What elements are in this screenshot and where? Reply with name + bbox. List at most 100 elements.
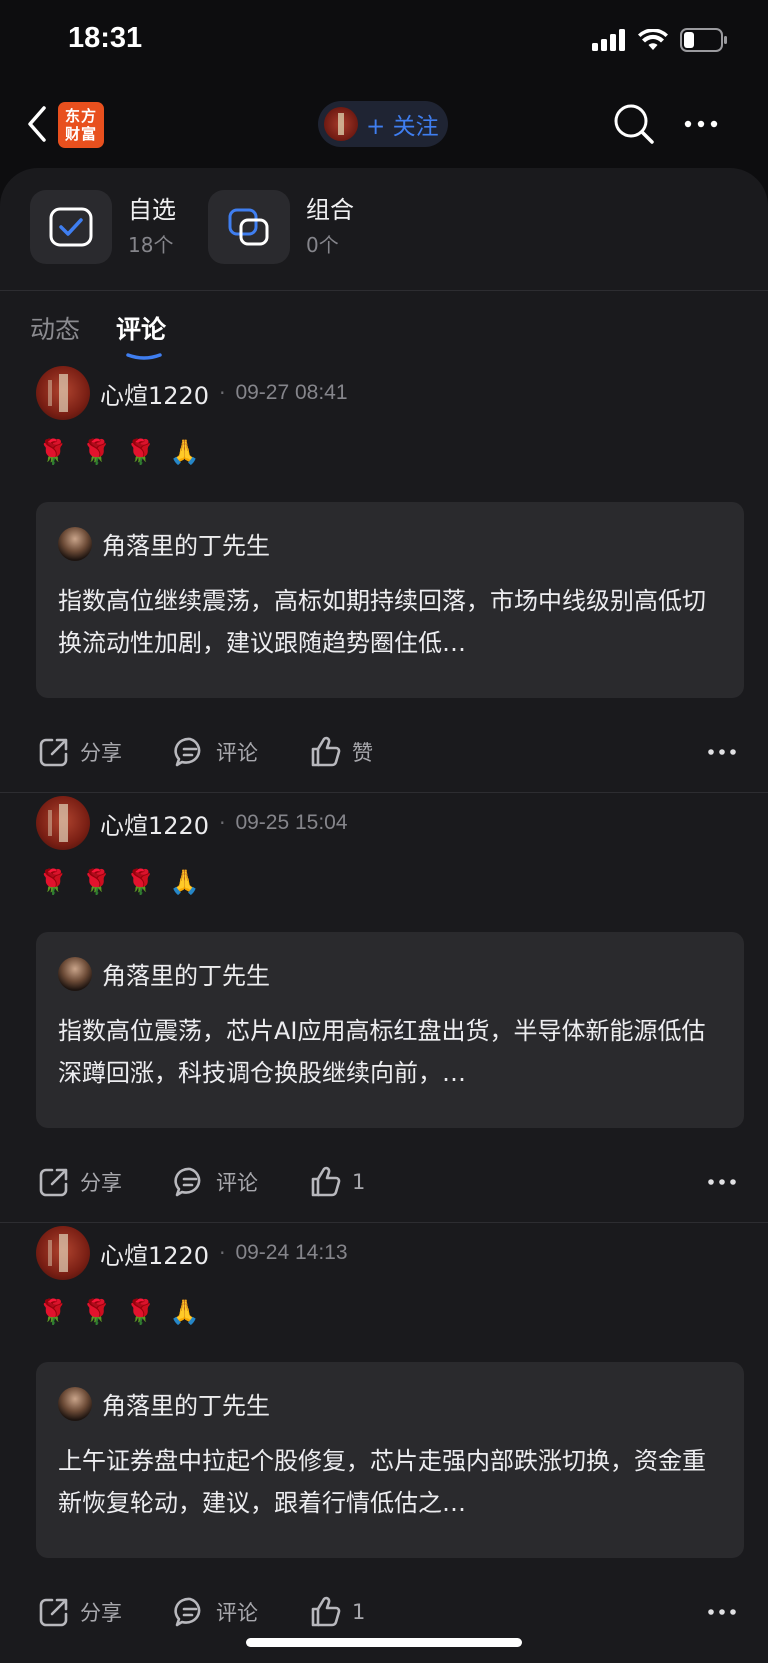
status-time: 18:31: [68, 22, 143, 54]
more-options-icon[interactable]: [680, 112, 724, 136]
quoted-post[interactable]: 角落里的丁先生 指数高位震荡，芯片AI应用高标红盘出货，半导体新能源低估深蹲回涨…: [36, 932, 744, 1128]
rose-emoji: 🌹: [81, 868, 112, 896]
quote-text: 指数高位震荡，芯片AI应用高标红盘出货，半导体新能源低估深蹲回涨，科技调仓换股继…: [58, 1017, 706, 1087]
portfolio-tile[interactable]: 组合 0个: [208, 190, 354, 264]
separator-dot: ·: [219, 811, 226, 835]
comment-icon: [174, 1167, 201, 1197]
tab-comments[interactable]: 评论: [116, 310, 167, 360]
quote-avatar: [58, 1386, 92, 1421]
avatar[interactable]: [36, 1226, 90, 1280]
rose-emoji: 🌹: [38, 868, 68, 896]
like-button[interactable]: 1: [310, 1596, 365, 1628]
share-label: 分享: [80, 741, 122, 765]
portfolio-count: 0个: [306, 233, 339, 257]
battery-icon: [680, 28, 727, 52]
back-arrow-icon[interactable]: [22, 102, 52, 146]
separator-dot: ·: [219, 381, 226, 405]
post-actions: 分享 评论 1: [38, 1164, 738, 1200]
rose-emoji: 🌹: [38, 1298, 68, 1326]
watchlist-count: 18个: [128, 233, 174, 257]
watchlist-title: 自选: [128, 196, 176, 224]
share-button[interactable]: 分享: [38, 736, 122, 768]
more-options-icon[interactable]: [706, 1600, 738, 1624]
post-divider: [0, 1222, 768, 1223]
active-tab-indicator: [126, 353, 162, 360]
more-options-icon[interactable]: [706, 1170, 738, 1194]
share-label: 分享: [80, 1601, 122, 1625]
avatar[interactable]: [36, 796, 90, 850]
share-icon: [39, 738, 68, 767]
pray-emoji: 🙏: [169, 868, 200, 896]
post-header: 心煊1220 · 09-25 15:04: [36, 796, 348, 850]
tab-comments-label: 评论: [116, 315, 167, 344]
comment-button[interactable]: 评论: [174, 736, 258, 768]
quoted-post[interactable]: 角落里的丁先生 指数高位继续震荡，高标如期持续回落，市场中线级别高低切换流动性加…: [36, 502, 744, 698]
like-button[interactable]: 赞: [310, 736, 373, 768]
pray-emoji: 🙏: [169, 438, 200, 466]
portfolio-icon-box: [208, 190, 290, 264]
share-icon: [39, 1168, 68, 1197]
comment-label: 评论: [216, 1171, 258, 1195]
status-icons: [592, 28, 728, 52]
rose-emoji: 🌹: [125, 1298, 156, 1326]
post-time: 09-25 15:04: [235, 811, 348, 834]
like-button[interactable]: 1: [310, 1166, 365, 1198]
quote-text: 指数高位继续震荡，高标如期持续回落，市场中线级别高低切换流动性加剧，建议跟随趋势…: [58, 587, 706, 657]
quote-avatar: [58, 956, 92, 991]
username[interactable]: 心煊1220: [100, 376, 209, 411]
follow-button[interactable]: + 关注: [318, 101, 448, 147]
rose-emoji: 🌹: [38, 438, 68, 466]
post-time: 09-27 08:41: [235, 381, 348, 404]
top-nav-bar: 东方 财富 + 关注: [0, 84, 768, 166]
checkbox-icon: [49, 207, 93, 247]
section-divider: [0, 290, 768, 291]
more-options-icon[interactable]: [706, 740, 738, 764]
comment-icon: [174, 737, 201, 767]
quoted-post[interactable]: 角落里的丁先生 上午证券盘中拉起个股修复，芯片走强内部跌涨切换，资金重新恢复轮动…: [36, 1362, 744, 1558]
tab-activity[interactable]: 动态: [30, 310, 80, 346]
share-button[interactable]: 分享: [38, 1596, 122, 1628]
comment-button[interactable]: 评论: [174, 1166, 258, 1198]
thumbs-up-icon: [311, 1166, 341, 1197]
pray-emoji: 🙏: [169, 1298, 200, 1326]
rose-emoji: 🌹: [125, 868, 156, 896]
quote-author: 角落里的丁先生: [102, 962, 270, 990]
username[interactable]: 心煊1220: [100, 1236, 209, 1271]
rose-emoji: 🌹: [81, 438, 112, 466]
quote-text: 上午证券盘中拉起个股修复，芯片走强内部跌涨切换，资金重新恢复轮动，建议，跟着行情…: [58, 1447, 706, 1517]
share-icon: [39, 1598, 68, 1627]
quote-author: 角落里的丁先生: [102, 1392, 270, 1420]
post-actions: 分享 评论 1: [38, 1594, 738, 1630]
portfolio-icon: [228, 208, 269, 246]
post-actions: 分享 评论 赞: [38, 734, 738, 770]
quote-author: 角落里的丁先生: [102, 532, 270, 560]
avatar[interactable]: [36, 366, 90, 420]
separator-dot: ·: [219, 1241, 226, 1265]
follow-label: + 关注: [366, 114, 439, 140]
username[interactable]: 心煊1220: [100, 806, 209, 841]
status-bar: 18:31: [0, 0, 768, 84]
comment-button[interactable]: 评论: [174, 1596, 258, 1628]
watchlist-icon-box: [30, 190, 112, 264]
home-indicator[interactable]: [246, 1638, 522, 1647]
post-header: 心煊1220 · 09-24 14:13: [36, 1226, 348, 1280]
search-icon[interactable]: [612, 102, 656, 146]
post-content: 🌹 🌹 🌹 🙏: [38, 438, 200, 466]
share-button[interactable]: 分享: [38, 1166, 122, 1198]
share-label: 分享: [80, 1171, 122, 1195]
comment-label: 评论: [216, 741, 258, 765]
comment-icon: [174, 1597, 201, 1627]
wifi-icon: [638, 29, 668, 50]
like-count: 1: [352, 1170, 366, 1194]
post-header: 心煊1220 · 09-27 08:41: [36, 366, 348, 420]
rose-emoji: 🌹: [125, 438, 156, 466]
post-content: 🌹 🌹 🌹 🙏: [38, 868, 200, 896]
portfolio-title: 组合: [306, 196, 354, 224]
post-content: 🌹 🌹 🌹 🙏: [38, 1298, 200, 1326]
profile-sheet: 自选 18个 组合 0个 动态 评论 心煊1220 · 09-27 08:41 …: [0, 168, 768, 1663]
follow-avatar: [324, 107, 358, 141]
brand-logo[interactable]: 东方 财富: [58, 102, 104, 148]
like-label: 赞: [352, 741, 373, 765]
watchlist-tile[interactable]: 自选 18个: [30, 190, 176, 264]
post-divider: [0, 792, 768, 793]
